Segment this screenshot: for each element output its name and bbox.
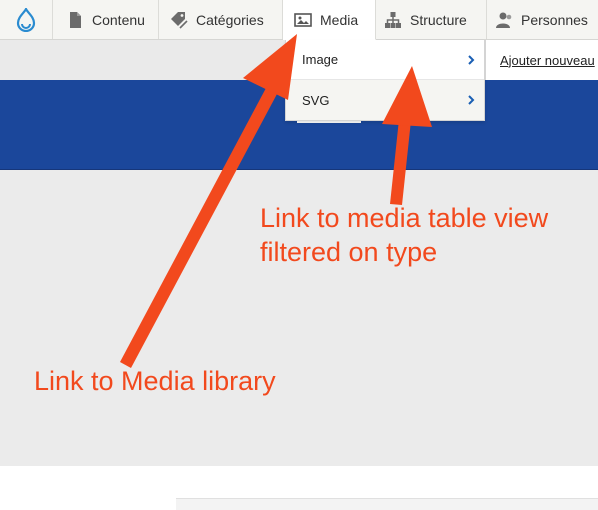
image-icon [294,12,312,27]
annotation-line: Link to media table view [260,203,549,233]
sitemap-icon [385,11,401,28]
menu-item-label: SVG [302,92,330,108]
menu-item-svg[interactable]: SVG [286,80,484,120]
home-logo-button[interactable] [0,0,53,39]
toolbar-item-people[interactable]: Personnes [487,0,598,39]
media-dropdown-menu: Image SVG [285,40,485,121]
people-icon [496,12,512,28]
toolbar-item-structure[interactable]: Structure [376,0,487,39]
toolbar-item-label: Catégories [196,11,264,28]
toolbar-item-label: Contenu [92,11,145,28]
menu-item-label: Image [302,52,339,67]
toolbar-item-categories[interactable]: Catégories [159,0,283,39]
chevron-right-icon [468,95,475,105]
toolbar-item-media[interactable]: Media [283,0,376,40]
page-footer-edge [176,498,598,510]
submenu-link-label: Ajouter nouveau [500,52,595,68]
menu-item-image[interactable]: Image [286,40,484,80]
admin-toolbar: Contenu Catégories Media Structure Perso… [0,0,598,40]
chevron-right-icon [468,55,475,65]
submenu-add-new-link[interactable]: Ajouter nouveau [485,40,598,80]
toolbar-item-label: Structure [410,11,467,28]
page-icon [70,11,81,28]
toolbar-item-content[interactable]: Contenu [53,0,159,39]
tag-icon [171,11,188,29]
annotation-media-library: Link to Media library [34,366,276,396]
annotation-table-view: Link to media table view filtered on typ… [260,201,548,269]
toolbar-item-label: Media [320,11,359,28]
toolbar-item-label: Personnes [521,11,588,28]
drupal-drop-icon [16,7,36,32]
annotation-line: filtered on type [260,237,438,267]
